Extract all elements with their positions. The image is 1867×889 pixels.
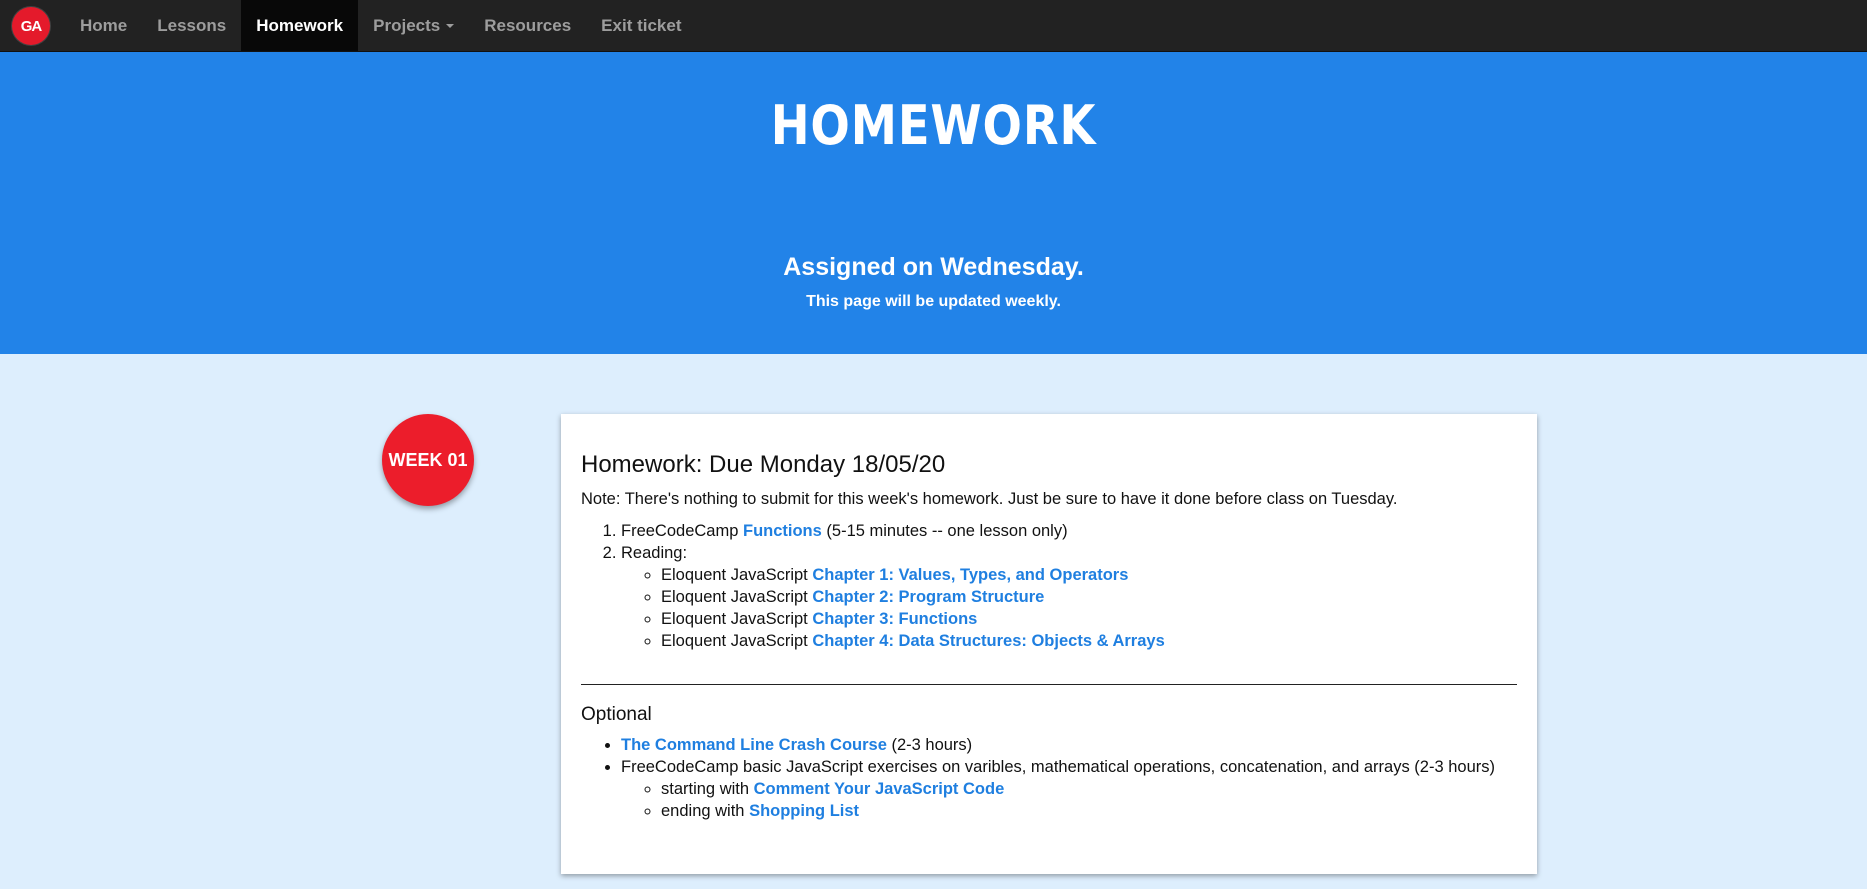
item-text: Eloquent JavaScript bbox=[661, 566, 813, 584]
chapter-2-link[interactable]: Chapter 2: Program Structure bbox=[812, 588, 1044, 606]
functions-link[interactable]: Functions bbox=[743, 522, 822, 540]
list-item: Eloquent JavaScript Chapter 1: Values, T… bbox=[661, 564, 1517, 586]
nav-menu: Home Lessons Homework Projects Resources… bbox=[65, 0, 696, 51]
homework-title: Homework: Due Monday 18/05/20 bbox=[581, 451, 946, 478]
week-badge: WEEK 01 bbox=[382, 414, 474, 506]
item-text: (5-15 minutes -- one lesson only) bbox=[821, 522, 1068, 540]
exercise-range-list: starting with Comment Your JavaScript Co… bbox=[621, 778, 1517, 822]
nav-item-homework[interactable]: Homework bbox=[241, 0, 359, 51]
hero-banner: HOMEWORK Assigned on Wednesday. This pag… bbox=[0, 52, 1867, 354]
list-item: FreeCodeCamp basic JavaScript exercises … bbox=[621, 756, 1517, 822]
chevron-down-icon bbox=[446, 23, 455, 28]
divider bbox=[581, 684, 1517, 685]
nav-item-exit-ticket[interactable]: Exit ticket bbox=[586, 0, 696, 51]
nav-item-projects-label: Projects bbox=[373, 15, 441, 35]
reading-list: Eloquent JavaScript Chapter 1: Values, T… bbox=[621, 564, 1517, 652]
item-text: Eloquent JavaScript bbox=[661, 588, 813, 606]
list-item: Eloquent JavaScript Chapter 3: Functions bbox=[661, 608, 1517, 630]
homework-card: Homework: Due Monday 18/05/20 Note: Ther… bbox=[561, 414, 1537, 874]
list-item: The Command Line Crash Course (2-3 hours… bbox=[621, 734, 1517, 756]
command-line-crash-course-link[interactable]: The Command Line Crash Course bbox=[621, 736, 887, 754]
item-text: FreeCodeCamp bbox=[621, 522, 743, 540]
homework-note: Note: There's nothing to submit for this… bbox=[581, 490, 1398, 508]
item-text: (2-3 hours) bbox=[886, 736, 973, 754]
nav-item-projects-dropdown[interactable]: Projects bbox=[358, 0, 469, 51]
reading-label: Reading: bbox=[621, 544, 688, 562]
item-text: Eloquent JavaScript bbox=[661, 632, 813, 650]
homework-list: FreeCodeCamp Functions (5-15 minutes -- … bbox=[581, 520, 1517, 652]
optional-heading: Optional bbox=[581, 704, 652, 725]
nav-item-resources[interactable]: Resources bbox=[469, 0, 586, 51]
hero-note: This page will be updated weekly. bbox=[806, 293, 1061, 310]
chapter-4-link[interactable]: Chapter 4: Data Structures: Objects & Ar… bbox=[812, 632, 1164, 650]
nav-item-home[interactable]: Home bbox=[65, 0, 142, 51]
brand-logo-link[interactable]: GA bbox=[0, 0, 62, 52]
item-text: starting with bbox=[661, 780, 754, 798]
list-item: Eloquent JavaScript Chapter 4: Data Stru… bbox=[661, 630, 1517, 652]
item-text: ending with bbox=[661, 802, 750, 820]
chapter-1-link[interactable]: Chapter 1: Values, Types, and Operators bbox=[812, 566, 1128, 584]
optional-list: The Command Line Crash Course (2-3 hours… bbox=[581, 734, 1517, 822]
list-item: Reading: Eloquent JavaScript Chapter 1: … bbox=[621, 542, 1517, 652]
list-item: ending with Shopping List bbox=[661, 800, 1517, 822]
item-text: Eloquent JavaScript bbox=[661, 610, 813, 628]
list-item: FreeCodeCamp Functions (5-15 minutes -- … bbox=[621, 520, 1517, 542]
comment-your-javascript-code-link[interactable]: Comment Your JavaScript Code bbox=[754, 780, 1005, 798]
chapter-3-link[interactable]: Chapter 3: Functions bbox=[812, 610, 977, 628]
nav-item-lessons[interactable]: Lessons bbox=[142, 0, 241, 51]
list-item: Eloquent JavaScript Chapter 2: Program S… bbox=[661, 586, 1517, 608]
shopping-list-link[interactable]: Shopping List bbox=[749, 802, 859, 820]
ga-logo-icon: GA bbox=[14, 9, 48, 43]
list-item: starting with Comment Your JavaScript Co… bbox=[661, 778, 1517, 800]
top-navbar: GA Home Lessons Homework Projects Resour… bbox=[0, 0, 1867, 52]
page-title: HOMEWORK bbox=[770, 94, 1097, 157]
hero-subtitle: Assigned on Wednesday. bbox=[783, 253, 1084, 281]
item-text: FreeCodeCamp basic JavaScript exercises … bbox=[621, 758, 1496, 776]
